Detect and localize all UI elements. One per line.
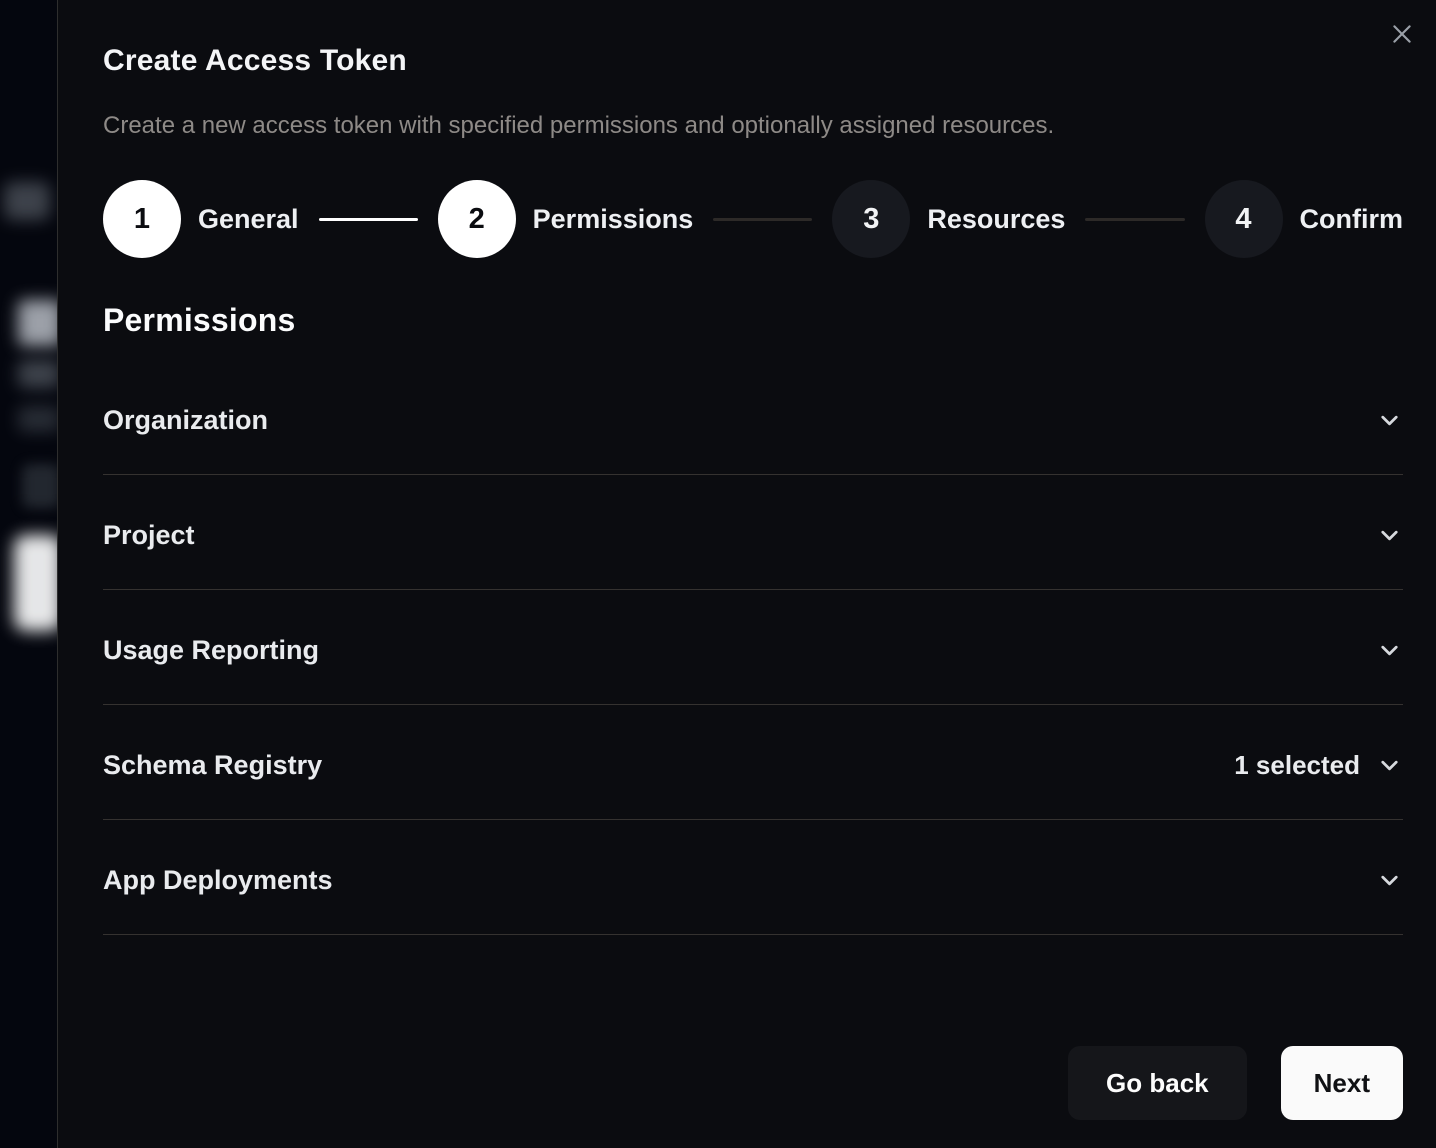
next-button[interactable]: Next xyxy=(1281,1046,1403,1120)
go-back-button[interactable]: Go back xyxy=(1068,1046,1247,1120)
step-resources[interactable]: 3 Resources xyxy=(832,180,1065,258)
chevron-down-icon xyxy=(1376,407,1403,434)
step-connector-upcoming xyxy=(713,218,812,221)
step-number-badge: 1 xyxy=(103,180,181,258)
accordion-schema-registry[interactable]: Schema Registry 1 selected xyxy=(103,705,1403,820)
chevron-down-icon xyxy=(1376,522,1403,549)
chevron-down-icon xyxy=(1376,867,1403,894)
accordion-project[interactable]: Project xyxy=(103,475,1403,590)
step-confirm[interactable]: 4 Confirm xyxy=(1205,180,1404,258)
modal-footer: Go back Next xyxy=(1068,1046,1403,1120)
accordion-label: Schema Registry xyxy=(103,748,322,782)
section-heading: Permissions xyxy=(103,300,1403,340)
step-number-badge: 3 xyxy=(832,180,910,258)
step-number-badge: 2 xyxy=(438,180,516,258)
step-label: Confirm xyxy=(1300,204,1404,235)
step-label: Permissions xyxy=(533,204,694,235)
accordion-label: Usage Reporting xyxy=(103,633,319,667)
blurred-sidebar-item xyxy=(18,300,62,346)
step-connector-upcoming xyxy=(1085,218,1184,221)
blurred-sidebar-card xyxy=(14,535,62,631)
accordion-label: Organization xyxy=(103,403,268,437)
step-connector-complete xyxy=(319,218,418,221)
background-page xyxy=(0,0,57,1148)
selected-count-badge: 1 selected xyxy=(1234,750,1360,781)
blurred-sidebar-item xyxy=(18,360,60,388)
step-label: Resources xyxy=(927,204,1065,235)
step-permissions[interactable]: 2 Permissions xyxy=(438,180,694,258)
permissions-accordion-list: Organization Project Usage Reporting Sch… xyxy=(103,360,1403,935)
accordion-organization[interactable]: Organization xyxy=(103,360,1403,475)
chevron-down-icon xyxy=(1376,752,1403,779)
blurred-sidebar-item xyxy=(18,406,60,432)
close-icon[interactable] xyxy=(1388,20,1416,48)
step-general[interactable]: 1 General xyxy=(103,180,299,258)
accordion-label: Project xyxy=(103,518,195,552)
chevron-down-icon xyxy=(1376,637,1403,664)
blurred-sidebar-item xyxy=(4,182,50,220)
step-label: General xyxy=(198,204,299,235)
blurred-sidebar-item xyxy=(22,464,60,508)
modal-subtitle: Create a new access token with specified… xyxy=(103,111,1403,141)
accordion-app-deployments[interactable]: App Deployments xyxy=(103,820,1403,935)
step-number-badge: 4 xyxy=(1205,180,1283,258)
accordion-label: App Deployments xyxy=(103,863,333,897)
create-access-token-modal: Create Access Token Create a new access … xyxy=(57,0,1436,1148)
accordion-usage-reporting[interactable]: Usage Reporting xyxy=(103,590,1403,705)
modal-title: Create Access Token xyxy=(103,44,1403,77)
stepper: 1 General 2 Permissions 3 Resources 4 Co… xyxy=(103,180,1403,258)
